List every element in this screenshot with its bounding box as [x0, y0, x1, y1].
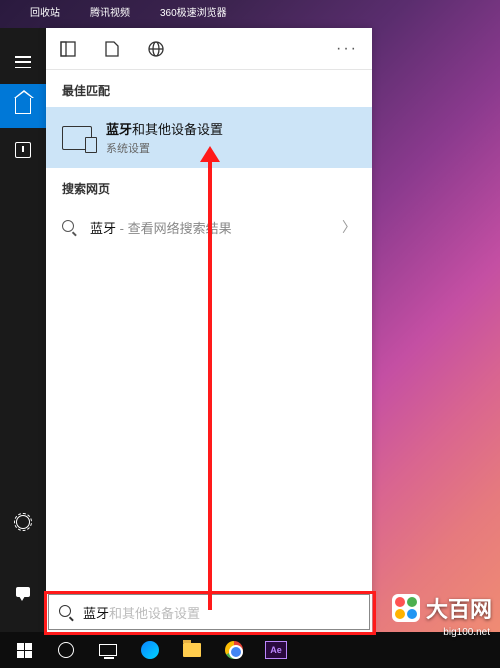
feedback-button[interactable]: [0, 570, 46, 614]
aftereffects-button[interactable]: Ae: [256, 632, 296, 668]
search-icon: [59, 605, 73, 619]
best-match-result[interactable]: 蓝牙和其他设备设置 系统设置: [46, 107, 372, 168]
home-icon: [15, 98, 31, 114]
web-row-text: 蓝牙 - 查看网络搜索结果: [90, 218, 328, 237]
home-button[interactable]: [0, 84, 46, 128]
tab-documents[interactable]: [104, 41, 120, 57]
cortana-button[interactable]: [46, 632, 86, 668]
ae-icon: Ae: [265, 641, 287, 659]
search-typed-text: 蓝牙: [83, 603, 109, 622]
tab-apps[interactable]: [60, 41, 76, 57]
search-panel: ··· 最佳匹配 蓝牙和其他设备设置 系统设置 搜索网页 蓝牙 - 查看网络搜索…: [46, 28, 372, 632]
hamburger-icon: [15, 56, 31, 68]
settings-button[interactable]: [0, 500, 46, 544]
desktop-icon-recycle[interactable]: 回收站: [30, 4, 60, 24]
gear-icon: [16, 515, 30, 529]
best-match-title: 蓝牙和其他设备设置: [106, 119, 223, 138]
desktop-icon-labels: 回收站 腾讯视频 360极速浏览器: [0, 0, 500, 28]
explorer-button[interactable]: [172, 632, 212, 668]
menu-button[interactable]: [0, 40, 46, 84]
clock-icon: [15, 142, 31, 158]
search-suggestion-ghost: 和其他设备设置: [109, 603, 200, 622]
taskbar: Ae: [0, 632, 500, 668]
web-search-row[interactable]: 蓝牙 - 查看网络搜索结果 〉: [46, 205, 372, 249]
watermark-url: big100.net: [443, 627, 490, 638]
cortana-icon: [58, 642, 74, 658]
devices-icon: [62, 126, 92, 150]
watermark-title: 大百网: [426, 592, 492, 624]
tab-more[interactable]: ···: [336, 40, 358, 58]
feedback-icon: [16, 587, 30, 597]
cortana-sidebar: [0, 28, 46, 632]
chevron-right-icon: 〉: [342, 217, 356, 237]
best-match-header: 最佳匹配: [46, 70, 372, 107]
watermark-logo-icon: [392, 594, 420, 622]
edge-icon: [141, 641, 159, 659]
watermark: 大百网: [392, 592, 492, 624]
taskview-icon: [99, 644, 117, 656]
filter-tabs: ···: [46, 28, 372, 70]
windows-icon: [17, 643, 32, 658]
web-section-header: 搜索网页: [46, 168, 372, 205]
best-match-subtitle: 系统设置: [106, 140, 223, 156]
start-button[interactable]: [4, 632, 44, 668]
folder-icon: [183, 643, 201, 657]
search-input[interactable]: 蓝牙和其他设备设置: [48, 594, 370, 630]
recent-button[interactable]: [0, 128, 46, 172]
chrome-button[interactable]: [214, 632, 254, 668]
taskview-button[interactable]: [88, 632, 128, 668]
search-icon: [62, 220, 76, 234]
desktop-icon-tencent[interactable]: 腾讯视频: [90, 4, 130, 24]
chrome-icon: [225, 641, 243, 659]
edge-button[interactable]: [130, 632, 170, 668]
desktop-icon-360[interactable]: 360极速浏览器: [160, 4, 227, 24]
tab-web[interactable]: [148, 41, 164, 57]
